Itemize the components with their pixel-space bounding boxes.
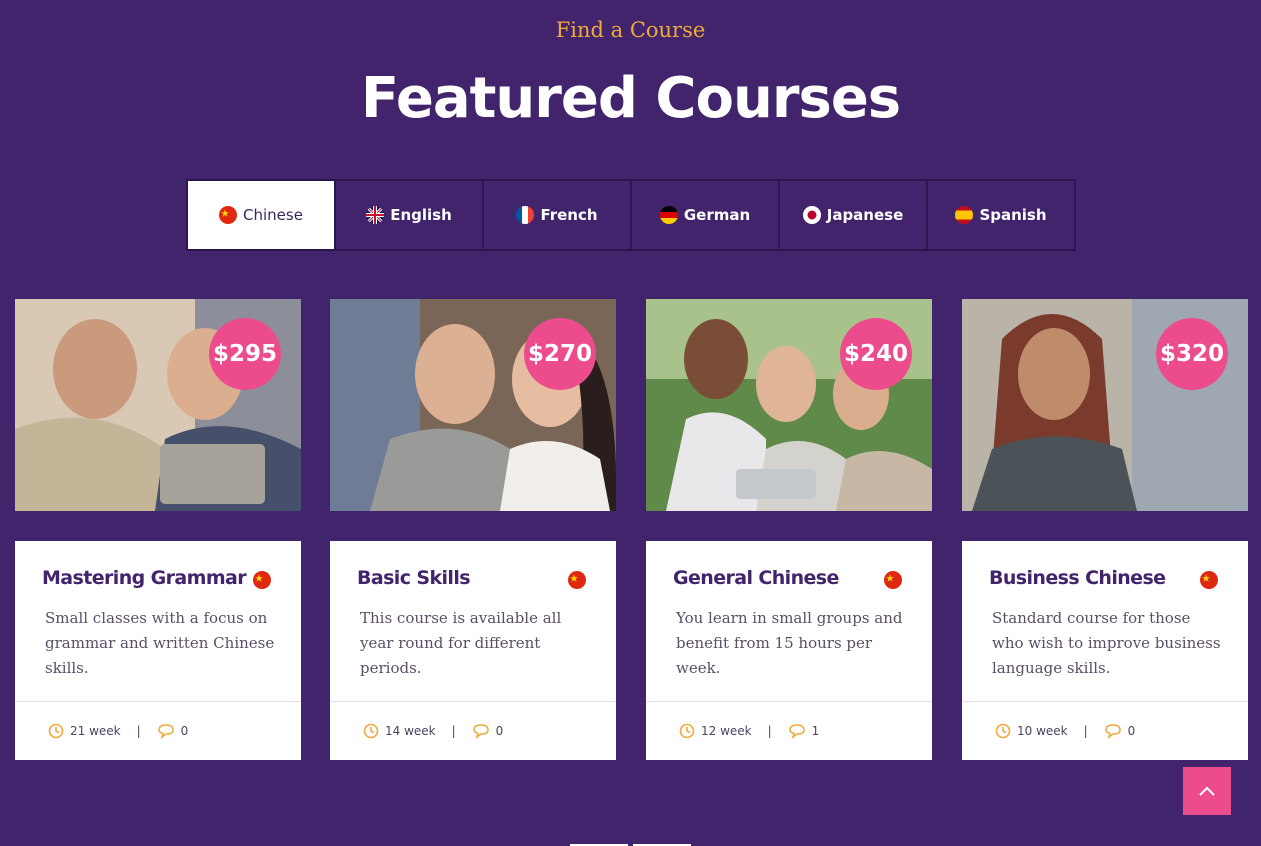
course-comments: 1 (811, 724, 820, 738)
course-card[interactable]: Mastering Grammar Small classes with a f… (15, 541, 301, 760)
course-description: Standard course for those who wish to im… (992, 609, 1221, 677)
course-duration: 10 week (1017, 724, 1068, 738)
comment-icon (1104, 724, 1121, 739)
course-description: This course is available all year round … (360, 609, 562, 677)
comment-icon (157, 724, 174, 739)
course-meta: 10 week | 0 (962, 701, 1248, 760)
scroll-to-top-button[interactable] (1183, 767, 1231, 815)
course-card[interactable]: General Chinese You learn in small group… (646, 541, 932, 760)
clock-icon (995, 723, 1011, 739)
section-eyebrow: Find a Course (555, 18, 706, 42)
tab-label: Japanese (826, 206, 904, 224)
clock-icon (48, 723, 64, 739)
tab-chinese[interactable]: Chinese (188, 181, 336, 249)
tab-japanese[interactable]: Japanese (780, 181, 928, 249)
course-meta: 14 week | 0 (330, 701, 616, 760)
china-flag-icon (219, 206, 238, 224)
china-flag-icon (884, 571, 902, 589)
course-title[interactable]: General Chinese (673, 567, 839, 589)
course-meta: 12 week | 1 (646, 701, 932, 760)
course-duration: 12 week (701, 724, 752, 738)
course-comments: 0 (180, 724, 189, 738)
price-badge: $295 (209, 318, 281, 390)
tab-german[interactable]: German (632, 181, 780, 249)
china-flag-icon (568, 571, 586, 589)
course-image[interactable]: $320 (962, 299, 1248, 511)
tab-label: French (540, 206, 598, 224)
course-image[interactable]: $240 (646, 299, 932, 511)
course-card[interactable]: Basic Skills This course is available al… (330, 541, 616, 760)
tab-label: German (683, 206, 751, 224)
course-description: Small classes with a focus on grammar an… (45, 609, 275, 677)
chevron-up-icon (1199, 786, 1215, 796)
course-title[interactable]: Mastering Grammar (42, 567, 247, 589)
clock-icon (679, 723, 695, 739)
section-title: Featured Courses (360, 66, 901, 131)
meta-separator: | (136, 724, 141, 738)
tab-spanish[interactable]: Spanish (928, 181, 1074, 249)
course-title[interactable]: Basic Skills (357, 567, 471, 589)
course-card[interactable]: Business Chinese Standard course for tho… (962, 541, 1248, 760)
meta-separator: | (1083, 724, 1088, 738)
course-duration: 14 week (385, 724, 436, 738)
tab-english[interactable]: English (336, 181, 484, 249)
course-description: You learn in small groups and benefit fr… (676, 609, 903, 677)
meta-separator: | (451, 724, 456, 738)
uk-flag-icon (366, 206, 385, 224)
tab-label: Chinese (243, 206, 303, 224)
meta-separator: | (767, 724, 772, 738)
tab-french[interactable]: French (484, 181, 632, 249)
course-duration: 21 week (70, 724, 121, 738)
spain-flag-icon (955, 206, 974, 224)
clock-icon (363, 723, 379, 739)
language-tabs: Chinese English French German Japanese S… (186, 179, 1076, 251)
price-badge: $270 (524, 318, 596, 390)
course-comments: 0 (495, 724, 504, 738)
course-image[interactable]: $295 (15, 299, 301, 511)
course-image[interactable]: $270 (330, 299, 616, 511)
price-badge: $320 (1156, 318, 1228, 390)
comment-icon (472, 724, 489, 739)
course-meta: 21 week | 0 (15, 701, 301, 760)
japan-flag-icon (802, 206, 821, 224)
price-badge: $240 (840, 318, 912, 390)
china-flag-icon (1200, 571, 1218, 589)
course-comments: 0 (1127, 724, 1136, 738)
france-flag-icon (516, 206, 535, 224)
germany-flag-icon (659, 206, 678, 224)
comment-icon (788, 724, 805, 739)
china-flag-icon (253, 571, 271, 589)
tab-label: Spanish (979, 206, 1047, 224)
tab-label: English (390, 206, 452, 224)
course-title[interactable]: Business Chinese (989, 567, 1166, 589)
